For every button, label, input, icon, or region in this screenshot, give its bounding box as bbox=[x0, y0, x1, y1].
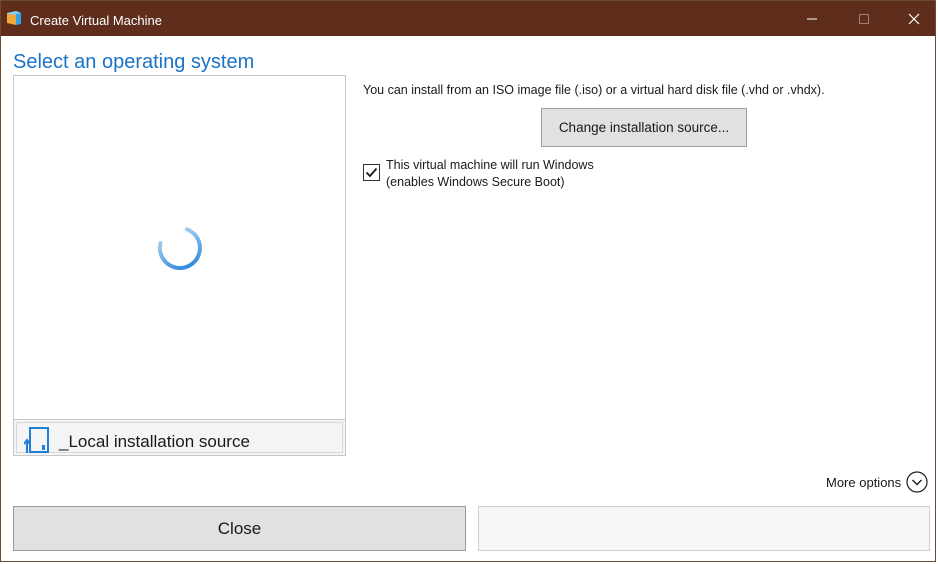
minimize-icon[interactable] bbox=[787, 1, 837, 36]
close-button-label: Close bbox=[217, 518, 262, 538]
local-source-frame: _Local installation source bbox=[16, 422, 343, 453]
close-button[interactable]: Close bbox=[13, 506, 466, 551]
create-vm-window: Create Virtual Machine Select an operati… bbox=[0, 0, 936, 562]
create-virtual-machine-button: Create Virtual Machine bbox=[478, 506, 930, 551]
title-bar[interactable]: Create Virtual Machine bbox=[1, 1, 935, 36]
app-icon bbox=[6, 10, 22, 27]
loading-spinner-icon bbox=[156, 224, 204, 272]
maximize-icon bbox=[839, 1, 889, 36]
chevron-down-circle-icon[interactable] bbox=[906, 471, 928, 493]
page-title: Select an operating system bbox=[13, 51, 255, 73]
run-windows-line1: This virtual machine will run Windows bbox=[386, 158, 594, 172]
change-source-label: Change installation source... bbox=[558, 120, 730, 135]
more-options-label: More options bbox=[826, 474, 902, 490]
os-gallery-list[interactable]: _Local installation source bbox=[13, 75, 346, 456]
window-title: Create Virtual Machine bbox=[30, 13, 162, 28]
more-options-toggle[interactable]: More options bbox=[826, 471, 928, 493]
install-info-text: You can install from an ISO image file (… bbox=[363, 83, 825, 97]
local-source-label: _Local installation source bbox=[59, 432, 250, 451]
local-installation-source-item[interactable]: _Local installation source bbox=[14, 419, 345, 455]
run-windows-checkbox[interactable] bbox=[363, 164, 380, 181]
run-windows-label[interactable]: This virtual machine will run Windows (e… bbox=[386, 157, 594, 190]
local-install-icon bbox=[23, 426, 52, 454]
change-installation-source-button[interactable]: Change installation source... bbox=[541, 108, 747, 147]
create-button-label: Create Virtual Machine bbox=[617, 518, 791, 538]
checkmark-icon bbox=[365, 167, 378, 178]
close-icon[interactable] bbox=[889, 1, 935, 36]
run-windows-line2: (enables Windows Secure Boot) bbox=[386, 174, 565, 189]
